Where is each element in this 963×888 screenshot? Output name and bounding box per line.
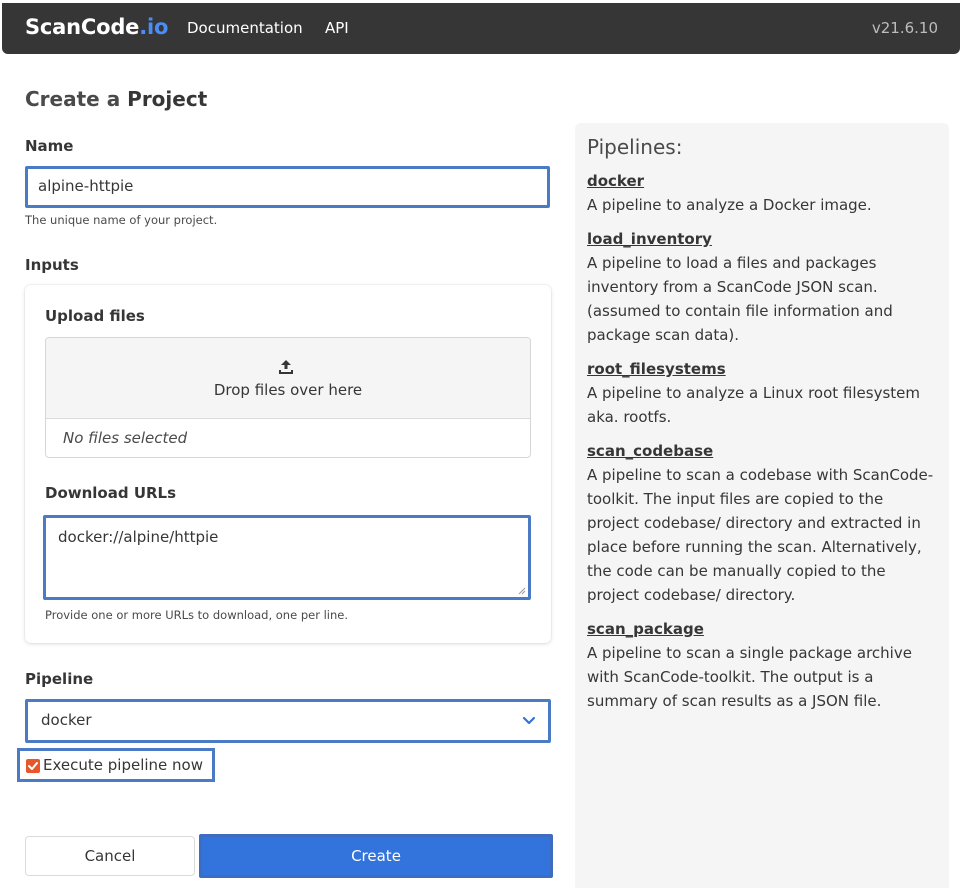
pipeline-description: A pipeline to scan a single package arch… — [587, 644, 912, 710]
upload-icon — [279, 360, 293, 374]
drop-text: Drop files over here — [213, 381, 363, 399]
pipeline-description: A pipeline to analyze a Docker image. — [587, 196, 872, 214]
pipelines-title: Pipelines: — [587, 135, 683, 159]
navbar: ScanCode.io Documentation API v21.6.10 — [2, 3, 960, 54]
name-input[interactable]: alpine-httpie — [25, 166, 550, 208]
chevron-down-icon — [522, 716, 536, 725]
inputs-label: Inputs — [25, 256, 79, 274]
pipeline-name-scan-codebase[interactable]: scan_codebase — [587, 439, 937, 463]
cancel-button[interactable]: Cancel — [25, 836, 195, 876]
name-input-value: alpine-httpie — [38, 177, 134, 195]
brand-logo[interactable]: ScanCode.io — [25, 15, 168, 39]
download-urls-help: Provide one or more URLs to download, on… — [45, 608, 348, 622]
page-title-bold: Project — [127, 87, 208, 111]
pipeline-item: root_filesystems A pipeline to analyze a… — [587, 357, 937, 429]
upload-files-label: Upload files — [45, 307, 145, 325]
page-title-prefix: Create a — [25, 87, 128, 111]
no-files-text: No files selected — [63, 429, 188, 447]
pipeline-description: A pipeline to analyze a Linux root files… — [587, 384, 920, 426]
nav-link-documentation[interactable]: Documentation — [187, 19, 303, 37]
pipeline-select-value: docker — [41, 711, 92, 729]
download-urls-label: Download URLs — [45, 484, 177, 502]
pipeline-description: A pipeline to scan a codebase with ScanC… — [587, 466, 934, 604]
file-drop-zone[interactable]: Drop files over here No files selected — [45, 337, 531, 458]
resize-grip-icon[interactable] — [518, 587, 526, 595]
pipeline-name-root-filesystems[interactable]: root_filesystems — [587, 357, 937, 381]
brand-name: ScanCode — [25, 15, 140, 39]
nav-link-api[interactable]: API — [325, 19, 349, 37]
pipelines-panel: Pipelines: docker A pipeline to analyze … — [575, 123, 949, 888]
version-label: v21.6.10 — [871, 19, 938, 37]
pipeline-name-docker[interactable]: docker — [587, 169, 937, 193]
execute-pipeline-label: Execute pipeline now — [43, 756, 203, 774]
pipeline-name-scan-package[interactable]: scan_package — [587, 617, 937, 641]
download-urls-textarea[interactable]: docker://alpine/httpie — [43, 515, 531, 600]
pipeline-item: load_inventory A pipeline to load a file… — [587, 227, 937, 347]
drop-area[interactable]: Drop files over here — [46, 338, 530, 419]
page-title: Create a Project — [25, 87, 207, 111]
name-help: The unique name of your project. — [25, 213, 218, 227]
download-urls-value: docker://alpine/httpie — [58, 528, 219, 546]
checkmark-icon — [28, 762, 38, 770]
pipeline-item: docker A pipeline to analyze a Docker im… — [587, 169, 937, 217]
pipeline-name-load-inventory[interactable]: load_inventory — [587, 227, 937, 251]
pipeline-item: scan_package A pipeline to scan a single… — [587, 617, 937, 713]
pipeline-label: Pipeline — [25, 670, 94, 688]
create-button[interactable]: Create — [199, 834, 553, 878]
brand-suffix: .io — [139, 15, 169, 39]
pipeline-select[interactable]: docker — [25, 699, 551, 743]
name-label: Name — [25, 137, 74, 155]
execute-pipeline-option[interactable]: Execute pipeline now — [17, 748, 215, 782]
pipeline-item: scan_codebase A pipeline to scan a codeb… — [587, 439, 937, 607]
pipeline-description: A pipeline to load a files and packages … — [587, 254, 893, 344]
execute-pipeline-checkbox[interactable] — [26, 759, 40, 773]
